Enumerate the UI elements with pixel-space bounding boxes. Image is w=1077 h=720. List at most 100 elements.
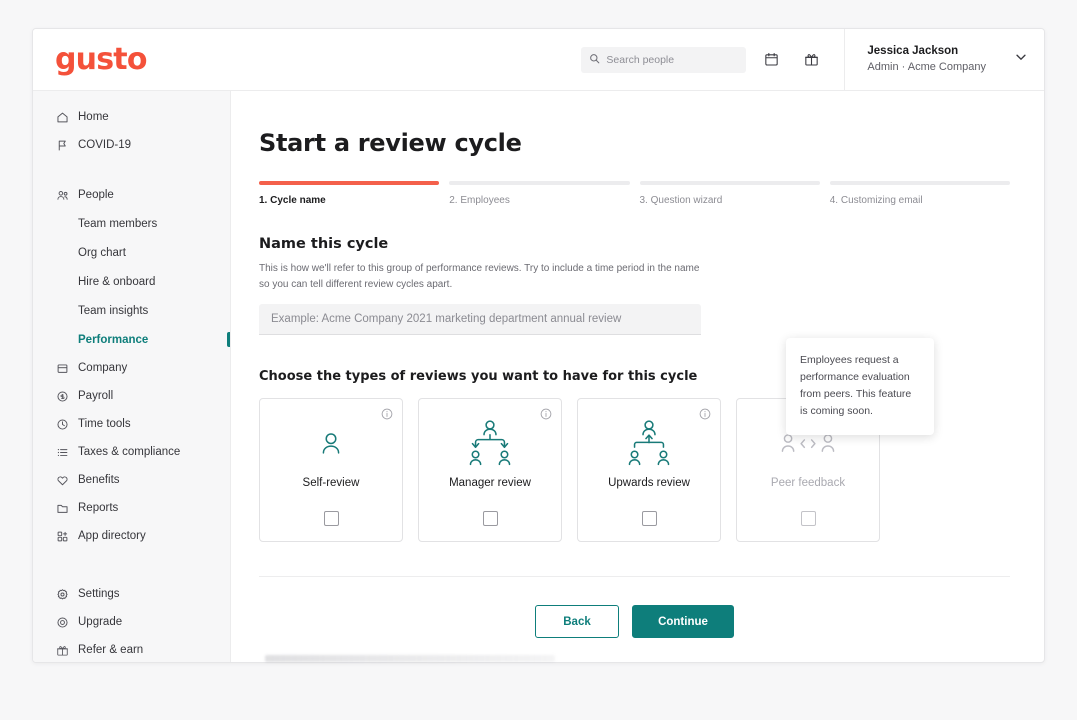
calendar-icon[interactable]: [756, 45, 786, 75]
footer-divider: [259, 576, 1010, 577]
review-card-self-review[interactable]: Self-review: [259, 398, 403, 542]
sidebar-label: Settings: [78, 588, 120, 600]
step-bar: [829, 181, 1010, 185]
sidebar-item-taxes-compliance[interactable]: Taxes & compliance: [33, 438, 230, 466]
step-customizing-email[interactable]: 4. Customizing email: [829, 181, 1010, 206]
sidebar-item-reports[interactable]: Reports: [33, 494, 230, 522]
step-question-wizard[interactable]: 3. Question wizard: [639, 181, 820, 206]
sidebar-item-team-members[interactable]: Team members: [33, 209, 230, 238]
sidebar-label: People: [78, 189, 114, 201]
sidebar-item-company[interactable]: Company: [33, 354, 230, 382]
manager-review-icon: [462, 411, 518, 477]
app-window: gusto Search people Jessica Jackson Admi…: [32, 28, 1045, 663]
sidebar-label: Home: [78, 111, 109, 123]
back-button[interactable]: Back: [535, 605, 619, 638]
step-cycle-name[interactable]: 1. Cycle name: [259, 181, 440, 206]
user-name: Jessica Jackson: [867, 45, 959, 58]
user-role: Admin · Acme Company: [867, 60, 986, 73]
sidebar-item-covid-19[interactable]: COVID-19: [33, 131, 230, 159]
review-card-manager-review[interactable]: Manager review: [418, 398, 562, 542]
page-title: Start a review cycle: [259, 129, 522, 157]
home-icon: [55, 111, 69, 124]
folder-icon: [55, 502, 69, 515]
sidebar-item-time-tools[interactable]: Time tools: [33, 410, 230, 438]
sidebar-label: Reports: [78, 502, 119, 514]
review-card-label: Upwards review: [608, 477, 690, 489]
user-menu[interactable]: Jessica Jackson Admin · Acme Company: [844, 29, 1044, 90]
info-icon[interactable]: [540, 407, 552, 420]
tooltip-text: Employees request a performance evaluati…: [800, 354, 912, 417]
sidebar-item-app-directory[interactable]: App directory: [33, 522, 230, 550]
review-card-checkbox[interactable]: [641, 511, 657, 526]
step-label: 2. Employees: [449, 195, 510, 206]
sidebar-item-performance[interactable]: Performance: [33, 325, 230, 354]
people-icon: [55, 189, 69, 202]
body: Home COVID-19 People Team members Org ch…: [33, 91, 1044, 662]
chevron-down-icon[interactable]: [1014, 50, 1028, 69]
upwards-review-icon: [621, 411, 677, 477]
list-icon: [55, 446, 69, 459]
sidebar-label: Time tools: [78, 418, 131, 430]
search-input[interactable]: [606, 53, 739, 66]
self-review-icon: [316, 411, 346, 477]
info-icon[interactable]: [699, 407, 711, 420]
name-cycle-title: Name this cycle: [259, 236, 389, 252]
dollar-icon: [55, 390, 69, 403]
flag-icon: [55, 139, 69, 152]
form-actions: Back Continue: [259, 605, 1010, 638]
sidebar-item-home[interactable]: Home: [33, 103, 230, 131]
name-cycle-description: This is how we'll refer to this group of…: [259, 263, 700, 290]
step-label: 1. Cycle name: [259, 195, 326, 206]
step-label: 4. Customizing email: [829, 195, 923, 206]
sidebar-label: COVID-19: [78, 139, 132, 151]
gusto-logo[interactable]: gusto: [55, 44, 147, 75]
sidebar-item-team-insights[interactable]: Team insights: [33, 296, 230, 325]
sidebar-label: Company: [78, 362, 128, 374]
sidebar-item-payroll[interactable]: Payroll: [33, 382, 230, 410]
clock-icon: [55, 418, 69, 431]
step-bar: [259, 181, 440, 185]
gift-icon[interactable]: [796, 45, 826, 75]
main-content: Start a review cycle 1. Cycle name 2. Em…: [231, 91, 1044, 662]
step-label: 3. Question wizard: [639, 195, 723, 206]
sidebar-label: Team insights: [78, 304, 149, 317]
top-header: gusto Search people Jessica Jackson Admi…: [33, 29, 1044, 91]
search-icon: [589, 51, 600, 69]
background-page-bleed: [265, 655, 555, 662]
sidebar-label: Hire & onboard: [78, 275, 156, 288]
sidebar-item-refer-earn[interactable]: Refer & earn: [33, 636, 230, 662]
review-card-checkbox[interactable]: [323, 511, 339, 526]
upgrade-icon: [55, 616, 69, 629]
sidebar-label: Org chart: [78, 246, 126, 259]
continue-button[interactable]: Continue: [632, 605, 734, 638]
step-bar: [639, 181, 820, 185]
sidebar-item-upgrade[interactable]: Upgrade: [33, 608, 230, 636]
search-input-wrapper[interactable]: [581, 46, 747, 73]
sidebar-item-benefits[interactable]: Benefits: [33, 466, 230, 494]
review-card-label: Manager review: [449, 477, 531, 489]
gear-icon: [55, 588, 69, 601]
header-right-group: Jessica Jackson Admin · Acme Company: [581, 29, 1044, 90]
step-employees[interactable]: 2. Employees: [449, 181, 630, 206]
review-card-checkbox[interactable]: [482, 511, 498, 526]
sidebar-label: Payroll: [78, 390, 114, 402]
sidebar-item-hire-onboard[interactable]: Hire & onboard: [33, 267, 230, 296]
sidebar-label: Refer & earn: [78, 644, 144, 656]
sidebar-label: Taxes & compliance: [78, 446, 181, 458]
sidebar-label: Benefits: [78, 474, 120, 486]
peer-feedback-tooltip: Employees request a performance evaluati…: [786, 338, 934, 435]
progress-stepper: 1. Cycle name 2. Employees 3. Question w…: [259, 181, 1010, 206]
sidebar-item-settings[interactable]: Settings: [33, 580, 230, 608]
info-icon[interactable]: [381, 407, 393, 420]
sidebar: Home COVID-19 People Team members Org ch…: [33, 91, 231, 662]
heart-icon: [55, 474, 69, 487]
sidebar-label: App directory: [78, 530, 146, 542]
review-card-label: Self-review: [302, 477, 360, 489]
review-card-checkbox[interactable]: [800, 511, 816, 526]
cycle-name-input[interactable]: [259, 304, 701, 335]
review-card-upwards-review[interactable]: Upwards review: [577, 398, 721, 542]
user-info: Jessica Jackson Admin · Acme Company: [867, 43, 986, 76]
sidebar-item-people[interactable]: People: [33, 181, 230, 209]
sidebar-item-org-chart[interactable]: Org chart: [33, 238, 230, 267]
building-icon: [55, 362, 69, 375]
